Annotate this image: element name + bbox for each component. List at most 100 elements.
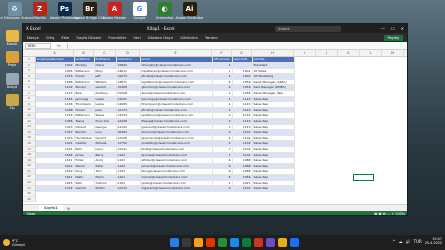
taskbar-apps — [170, 238, 299, 247]
zoom-controls[interactable]: ▦ ▣ ▤ — + 100% — [374, 212, 405, 215]
column-header[interactable]: E — [140, 50, 212, 57]
taskbar-app-icon[interactable] — [182, 238, 191, 247]
column-header[interactable]: I — [294, 50, 316, 57]
desktop-shortcut[interactable]: A Adobe Reader — [103, 2, 126, 20]
taskbar-app-icon[interactable] — [170, 238, 179, 247]
spreadsheet-grid[interactable]: ABCDEFGHIJKLMNOPQ 1234567891011121314151… — [23, 50, 407, 204]
desktop-shortcut[interactable]: ♻Geri Dönüşüm Kutusu — [0, 2, 33, 20]
desktop-side-label: Zip — [9, 106, 15, 111]
taskbar-app-icon[interactable] — [218, 238, 227, 247]
desktop-shortcut[interactable]: Z Filezilla — [29, 2, 50, 20]
language-indicator[interactable]: TUR — [414, 239, 422, 244]
cloud-icon[interactable]: ☁ — [399, 239, 403, 244]
column-header[interactable]: G — [232, 50, 252, 57]
column-header[interactable]: C — [94, 50, 116, 57]
desktop-side-label: Proje — [7, 63, 17, 68]
taskbar-app-icon[interactable] — [206, 238, 215, 247]
menu-help[interactable]: Yardım — [205, 35, 218, 40]
fx-icon[interactable]: fx — [57, 43, 61, 48]
tray-overflow-icon[interactable]: ^ — [392, 239, 395, 244]
column-headers: ABCDEFGHIJKLMNOPQ — [23, 50, 407, 57]
menu-review[interactable]: Gözden Geçir — [148, 35, 174, 40]
column-header[interactable]: N — [404, 50, 407, 57]
table-cell[interactable]: x2312 — [116, 185, 141, 192]
table-header-cell[interactable]: officeCode — [212, 57, 233, 64]
table-cell[interactable]: Thompson — [74, 101, 95, 108]
desktop-shortcut[interactable]: ◐ Greenshot — [154, 2, 175, 20]
maximize-button[interactable]: ☐ — [391, 26, 395, 31]
table-cell[interactable]: Sales Rep — [252, 185, 295, 192]
desktop-shortcut-label: Adobe Bridge CS6 — [74, 16, 105, 20]
status-ready: Hazır — [27, 212, 36, 216]
row-headers: 1 2 3 4 5 6 7 8 9 10 11 12 13 14 15 16 17 18 19 20 21 22 23 24 2… — [23, 57, 36, 203]
desktop-shortcut[interactable]: Ai Adobe Illustrator — [175, 2, 204, 20]
desktop-side-label: Klasör — [6, 42, 18, 46]
search-box[interactable]: Arama — [275, 25, 342, 32]
desktop-shortcut-label: Adobe Illustrator — [175, 16, 204, 20]
minimize-button[interactable]: — — [381, 26, 385, 31]
system-tray: ^ ☁ 🔊 TUR 19:47 25.4.2022 — [392, 237, 442, 246]
desktop-side-icons: Klasör Proje Dosya Zip — [3, 30, 21, 111]
row-header[interactable]: 26 — [23, 197, 35, 203]
employee-table[interactable]: employeeNumber lastName firstName extension… — [36, 57, 295, 192]
close-button[interactable]: ✕ — [401, 26, 404, 31]
menu-view[interactable]: Görünüm — [180, 35, 198, 40]
menu-formulas[interactable]: Formüller — [108, 35, 126, 40]
column-header[interactable]: A — [36, 50, 74, 57]
column-header[interactable]: F — [212, 50, 232, 57]
weather-widget[interactable]: 9°C Güneşli — [3, 239, 43, 247]
taskbar-app-icon[interactable] — [242, 238, 251, 247]
folder-icon — [5, 94, 19, 107]
column-header[interactable]: J — [316, 50, 338, 57]
table-cell[interactable]: 1102 — [232, 185, 253, 192]
desktop-side-label: Dosya — [6, 84, 18, 89]
name-box[interactable]: M30 — [25, 42, 51, 49]
desktop-side-shortcut[interactable]: Dosya — [3, 72, 21, 89]
taskbar-app-icon[interactable] — [230, 238, 239, 247]
menu-data[interactable]: Veri — [133, 35, 140, 40]
taskbar-app-icon[interactable] — [254, 238, 263, 247]
menu-page-layout[interactable]: Sayfa Düzeni — [76, 35, 101, 40]
volume-icon[interactable]: 🔊 — [406, 239, 411, 244]
desktop-shortcut[interactable]: G Google — [129, 2, 150, 20]
table-cell[interactable]: mgerard@classicmodelcars.com — [140, 185, 213, 192]
desktop-side-shortcut[interactable]: Proje — [3, 51, 21, 67]
desktop-shortcut[interactable]: Br Adobe Bridge CS6 — [74, 2, 105, 20]
desktop-side-shortcut[interactable]: Klasör — [3, 30, 21, 46]
desktop-shortcut[interactable]: Ps Adobe Photoshop — [50, 2, 79, 20]
clock[interactable]: 19:47 25.4.2022 — [425, 237, 442, 246]
menu-home[interactable]: Giriş — [46, 35, 55, 40]
menu-insert[interactable]: Ekle — [61, 35, 69, 40]
column-header[interactable]: H — [252, 50, 294, 57]
formula-input[interactable] — [66, 42, 407, 49]
table-row: 1702 Gerard Martin x2312 mgerard@classicmode… — [36, 185, 295, 192]
weather-desc: Güneşli — [12, 242, 25, 247]
table-cell[interactable]: Gerard — [74, 185, 95, 192]
desktop-side-shortcut[interactable]: Zip — [3, 94, 21, 110]
clock-date: 25.4.2022 — [424, 241, 442, 246]
column-header[interactable]: B — [74, 50, 94, 57]
table-cell[interactable]: Hernandez — [74, 135, 95, 142]
table-cell[interactable]: 1702 — [36, 185, 75, 192]
column-header[interactable]: K — [338, 50, 360, 57]
desktop-shortcut-label: Greenshot — [155, 16, 174, 20]
folder-icon — [5, 72, 19, 85]
sun-icon — [3, 239, 10, 246]
add-sheet-icon[interactable]: ⊕ — [67, 206, 70, 211]
table-cell[interactable]: Martin — [94, 185, 117, 192]
app-icon: Ai — [182, 2, 197, 16]
share-button[interactable]: Paylaş — [383, 34, 403, 41]
taskbar-app-icon[interactable] — [194, 238, 203, 247]
taskbar-app-icon[interactable] — [278, 238, 287, 247]
taskbar-app-icon[interactable] — [266, 238, 275, 247]
app-icon: Ps — [57, 2, 72, 16]
selected-cell[interactable] — [353, 174, 374, 181]
app-icon: ◐ — [157, 2, 172, 16]
menu-file[interactable]: Dosya — [27, 35, 39, 40]
column-header[interactable]: L — [360, 50, 382, 57]
table-cell[interactable]: 4 — [212, 185, 233, 192]
taskbar-app-icon[interactable] — [290, 238, 299, 247]
column-header[interactable]: D — [116, 50, 140, 57]
column-header[interactable]: M — [382, 50, 404, 57]
sheet-tabs-bar: Sayfa1 ⊕ — [23, 204, 407, 212]
